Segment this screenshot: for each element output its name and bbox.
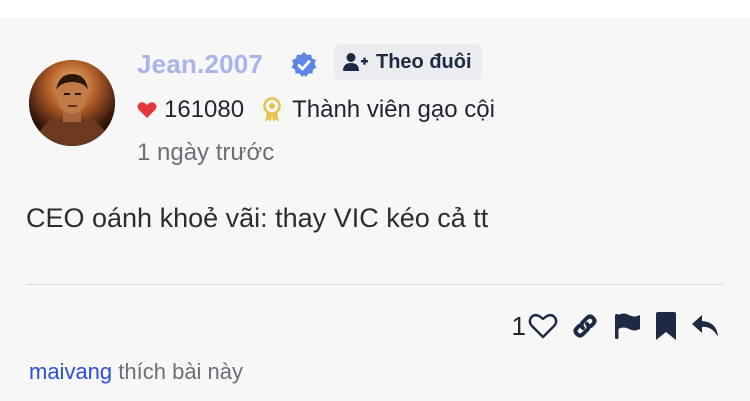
heart-icon (137, 102, 157, 118)
post-timestamp[interactable]: 1 ngày trước (137, 136, 274, 170)
report-flag-icon[interactable] (612, 311, 642, 341)
bookmark-icon[interactable] (654, 311, 678, 341)
author-username[interactable]: Jean.2007 (137, 46, 263, 82)
add-user-icon (343, 53, 368, 71)
liked-by-text: thích bài này (118, 359, 244, 384)
avatar-image (29, 60, 115, 146)
link-icon[interactable] (570, 311, 600, 341)
divider (26, 284, 724, 285)
author-likes-count: 161080 (164, 96, 245, 123)
post-actions: 1 (512, 308, 720, 344)
like-count: 1 (511, 310, 526, 341)
like-button-heart-outline-icon[interactable] (528, 312, 558, 340)
follow-button-label: Theo đuôi (376, 50, 472, 73)
liked-by: maivang thích bài này (29, 356, 243, 388)
author-stats: 161080 Thành viên gạo cội (137, 93, 495, 127)
post-content: CEO oánh khoẻ vãi: thay VIC kéo cả tt (26, 203, 489, 233)
award-icon (263, 97, 281, 122)
verified-badge-icon (291, 52, 317, 77)
follow-button[interactable]: Theo đuôi (334, 44, 482, 80)
avatar[interactable] (29, 60, 115, 146)
author-rank: Thành viên gạo cội (292, 96, 495, 123)
reply-icon[interactable] (690, 311, 720, 341)
liked-by-user-link[interactable]: maivang (29, 359, 112, 384)
page: Jean.2007 Theo đuôi 161080 Thành viên gạ… (0, 0, 750, 401)
